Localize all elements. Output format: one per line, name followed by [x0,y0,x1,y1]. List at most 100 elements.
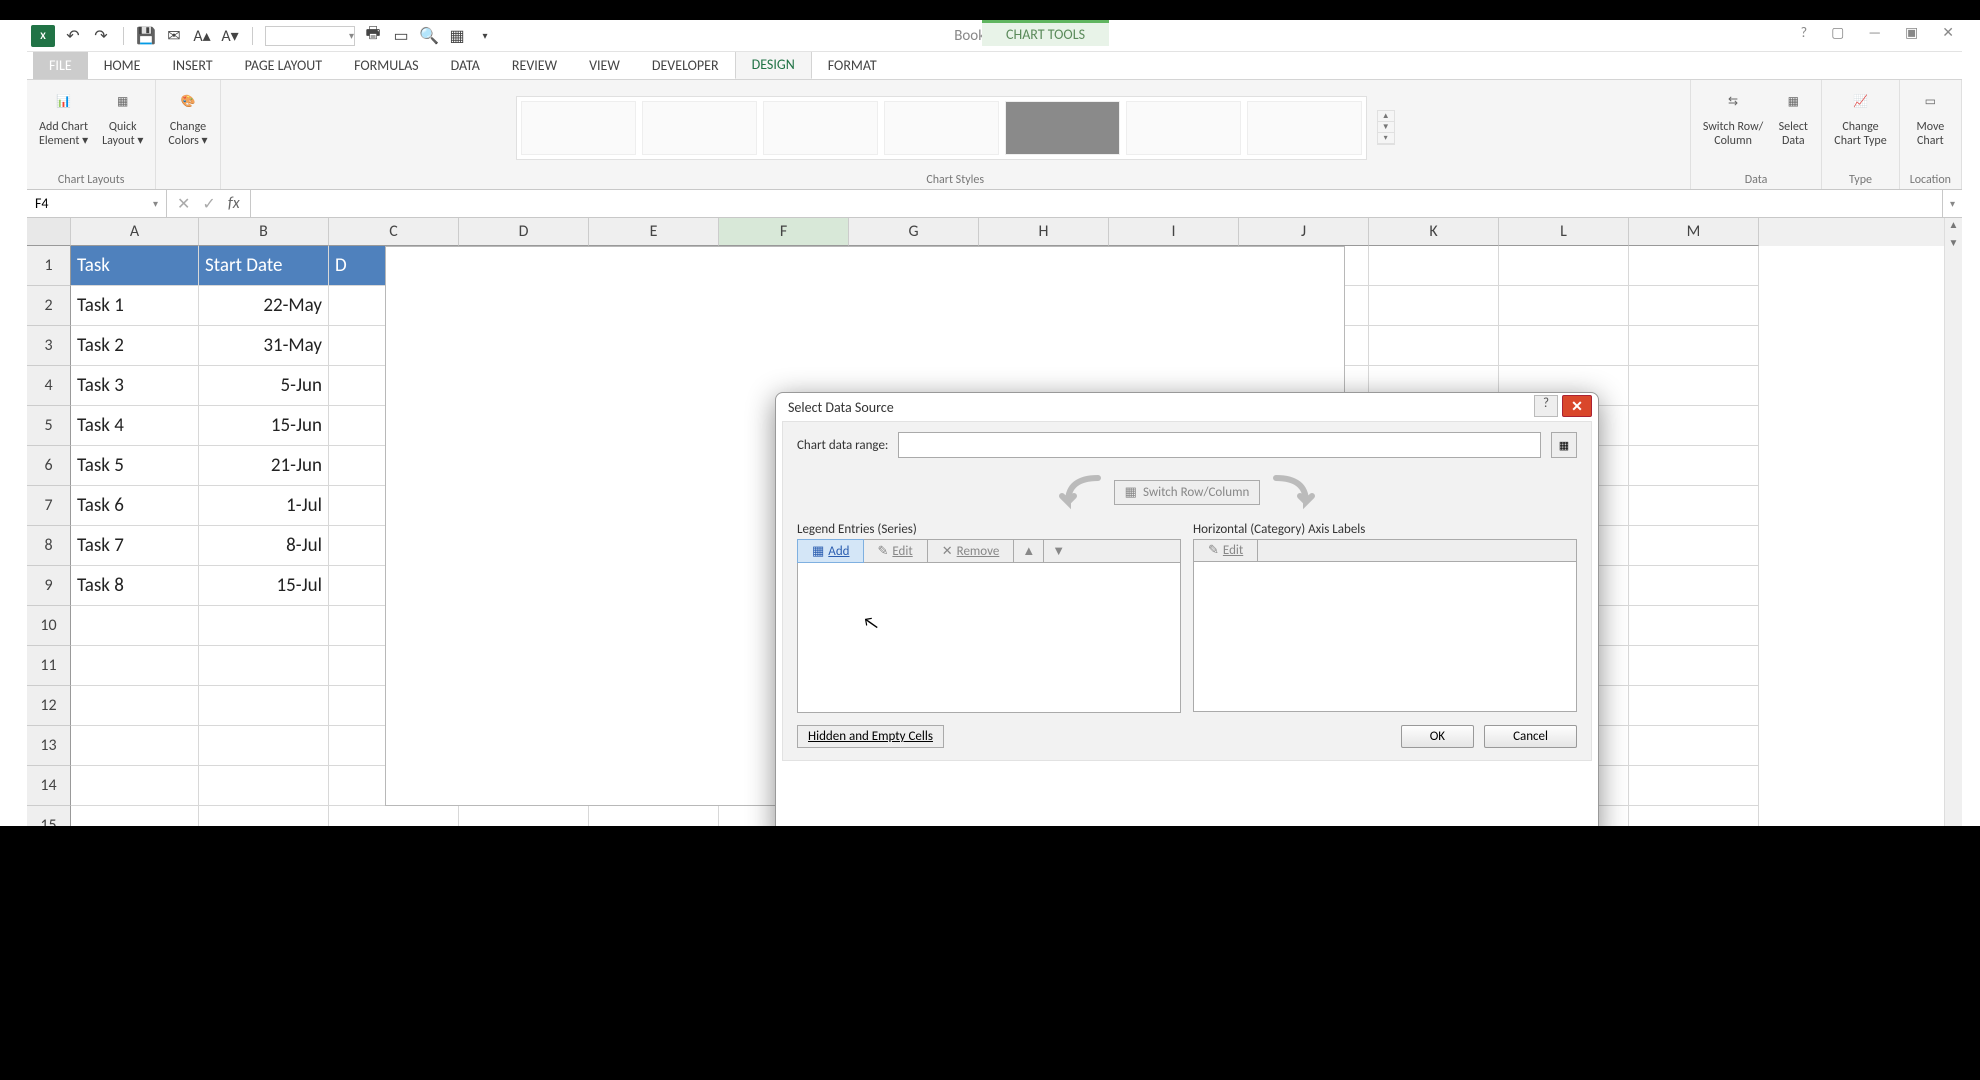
cell[interactable] [1629,326,1759,366]
cell[interactable] [1629,246,1759,286]
column-header-M[interactable]: M [1629,218,1759,246]
cancel-formula-icon[interactable]: ✕ [177,194,190,214]
column-header-I[interactable]: I [1109,218,1239,246]
tab-insert[interactable]: INSERT [157,52,229,79]
cell[interactable] [71,766,199,806]
cell[interactable] [1629,726,1759,766]
axis-labels-listbox[interactable] [1193,562,1577,712]
cell[interactable] [71,646,199,686]
chart-style-1[interactable] [521,101,636,155]
row-header-6[interactable]: 6 [27,446,71,486]
cell[interactable]: Task 3 [71,366,199,406]
hidden-empty-cells-button[interactable]: Hidden and Empty Cells [797,725,944,748]
maximize-icon[interactable]: ▣ [1905,24,1918,41]
tab-design[interactable]: DESIGN [735,50,812,79]
column-header-A[interactable]: A [71,218,199,246]
qat-customize-icon[interactable]: ▾ [475,26,495,46]
cancel-button[interactable]: Cancel [1484,725,1577,748]
column-header-F[interactable]: F [719,218,849,246]
select-all-corner[interactable] [27,218,71,246]
cell[interactable] [199,646,329,686]
row-header-4[interactable]: 4 [27,366,71,406]
tab-data[interactable]: DATA [435,52,496,79]
quickprint-icon[interactable]: 🖶 [363,26,383,46]
cell[interactable]: Task [71,246,199,286]
cell[interactable] [71,606,199,646]
tab-formulas[interactable]: FORMULAS [338,52,435,79]
tab-format[interactable]: FORMAT [812,52,893,79]
column-header-J[interactable]: J [1239,218,1369,246]
cell[interactable]: 15-Jul [199,566,329,606]
cell[interactable]: 21-Jun [199,446,329,486]
cell[interactable] [1629,446,1759,486]
column-header-K[interactable]: K [1369,218,1499,246]
series-listbox[interactable] [797,563,1181,713]
undo-icon[interactable]: ↶ [63,26,83,46]
quick-layout-button[interactable]: ▦ Quick Layout ▾ [100,84,145,151]
row-header-12[interactable]: 12 [27,686,71,726]
font-increase-icon[interactable]: A▴ [192,26,212,46]
cell[interactable] [1629,486,1759,526]
ok-button[interactable]: OK [1401,725,1474,748]
cell[interactable] [1499,326,1629,366]
cell[interactable] [71,726,199,766]
column-header-G[interactable]: G [849,218,979,246]
row-header-3[interactable]: 3 [27,326,71,366]
enter-formula-icon[interactable]: ✓ [202,194,215,214]
cell[interactable]: 1-Jul [199,486,329,526]
cell[interactable]: Start Date [199,246,329,286]
row-header-5[interactable]: 5 [27,406,71,446]
cell[interactable]: Task 5 [71,446,199,486]
minimize-icon[interactable]: — [1868,24,1881,41]
cell[interactable] [1629,686,1759,726]
cell[interactable]: 5-Jun [199,366,329,406]
range-selector-button[interactable]: ▦ [1551,432,1577,458]
save-icon[interactable]: 💾 [136,26,156,46]
move-chart-button[interactable]: ▭ Move Chart [1912,84,1948,151]
column-header-H[interactable]: H [979,218,1109,246]
font-decrease-icon[interactable]: A▾ [220,26,240,46]
cell[interactable] [1499,246,1629,286]
cell[interactable] [1629,366,1759,406]
cell[interactable] [1629,606,1759,646]
column-header-C[interactable]: C [329,218,459,246]
cell[interactable]: 31-May [199,326,329,366]
chart-style-7[interactable] [1247,101,1362,155]
switch-row-column-button[interactable]: ⇆ Switch Row/ Column [1701,84,1765,151]
print-preview-icon[interactable]: 🔍 [419,26,439,46]
cell[interactable] [1629,646,1759,686]
font-picker[interactable]: ▾ [265,26,355,46]
dialog-title-bar[interactable]: Select Data Source ? ✕ [776,393,1598,421]
email-icon[interactable]: ✉ [164,26,184,46]
formula-bar-expand-icon[interactable]: ▾ [1942,190,1962,217]
chart-styles-gallery[interactable] [516,96,1367,160]
chart-data-range-input[interactable] [898,432,1541,458]
formula-input[interactable] [251,190,1942,217]
tab-review[interactable]: REVIEW [496,52,573,79]
select-data-button[interactable]: ▦ Select Data [1775,84,1811,151]
series-add-button[interactable]: ▦Add [797,539,864,563]
row-header-2[interactable]: 2 [27,286,71,326]
chart-style-6[interactable] [1126,101,1241,155]
dialog-close-button[interactable]: ✕ [1562,395,1592,417]
cell[interactable] [1629,286,1759,326]
row-header-9[interactable]: 9 [27,566,71,606]
cell[interactable] [199,606,329,646]
add-chart-element-button[interactable]: 📊 Add Chart Element ▾ [37,84,90,151]
cell[interactable]: 22-May [199,286,329,326]
tab-file[interactable]: FILE [33,52,88,79]
name-box[interactable]: F4▾ [27,190,167,217]
cell[interactable] [199,686,329,726]
change-colors-button[interactable]: 🎨 Change Colors ▾ [166,84,209,151]
cell[interactable]: Task 4 [71,406,199,446]
row-header-14[interactable]: 14 [27,766,71,806]
cell[interactable]: Task 1 [71,286,199,326]
chart-style-4[interactable] [884,101,999,155]
cell[interactable] [1629,406,1759,446]
column-header-D[interactable]: D [459,218,589,246]
tab-developer[interactable]: DEVELOPER [636,52,735,79]
cell[interactable] [71,686,199,726]
column-header-L[interactable]: L [1499,218,1629,246]
cell[interactable] [1369,326,1499,366]
row-header-10[interactable]: 10 [27,606,71,646]
